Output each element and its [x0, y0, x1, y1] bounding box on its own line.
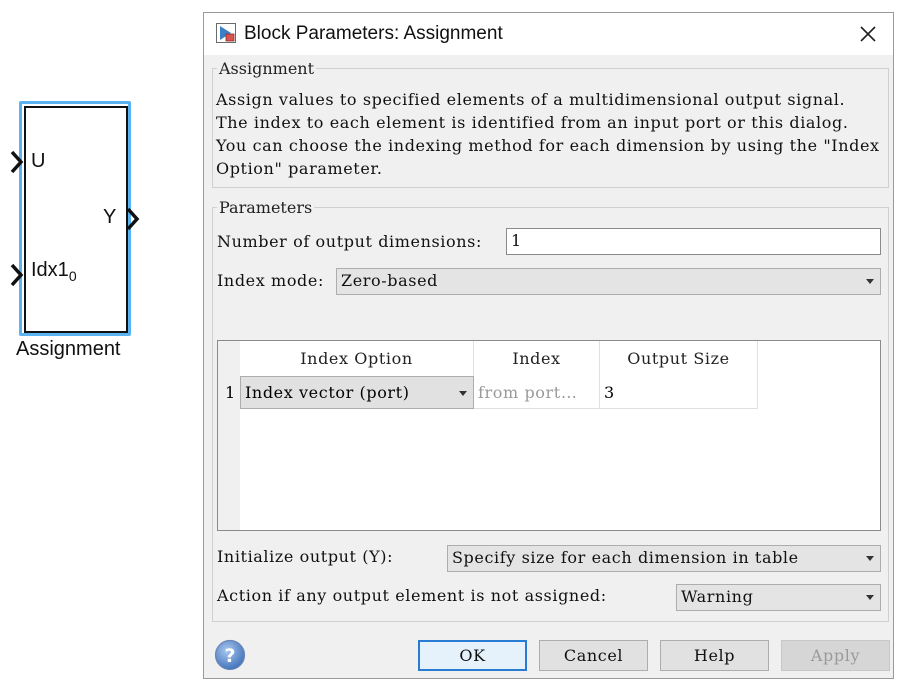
index-option-value: Index vector (port) — [245, 383, 410, 402]
output-size-cell[interactable]: 3 — [600, 376, 758, 409]
help-button[interactable]: Help — [660, 640, 769, 671]
output-port-y-arrow[interactable] — [126, 207, 140, 231]
action-unassigned-value: Warning — [681, 587, 754, 606]
initialize-output-dropdown[interactable]: Specify size for each dimension in table — [447, 545, 881, 572]
input-port-idx1-label: Idx10 — [31, 259, 77, 284]
output-port-y-label: Y — [103, 206, 117, 228]
idx-port-subscript: 0 — [68, 268, 77, 284]
dialog-titlebar[interactable]: Block Parameters: Assignment — [204, 13, 893, 55]
num-output-dims-label: Number of output dimensions: — [217, 232, 482, 251]
index-mode-label: Index mode: — [217, 271, 324, 290]
ok-button[interactable]: OK — [418, 640, 527, 671]
table-row-gutter — [218, 341, 240, 530]
initialize-output-value: Specify size for each dimension in table — [452, 548, 799, 567]
index-mode-dropdown[interactable]: Zero-based — [336, 268, 881, 295]
column-header-output-size[interactable]: Output Size — [600, 341, 758, 376]
index-options-table[interactable]: Index Option Index Output Size 1 Index v… — [217, 340, 881, 531]
input-port-idx1-arrow[interactable] — [10, 263, 24, 287]
chevron-down-icon — [866, 556, 874, 561]
initialize-output-label: Initialize output (Y): — [217, 547, 394, 566]
chevron-down-icon — [459, 391, 467, 396]
chevron-down-icon — [866, 279, 874, 284]
column-header-index[interactable]: Index — [474, 341, 600, 376]
idx-port-main: Idx1 — [31, 259, 69, 281]
block-description-text: Assign values to specified elements of a… — [216, 90, 880, 178]
simulink-block-icon — [216, 23, 236, 43]
help-question-icon[interactable]: ? — [214, 639, 246, 671]
apply-button[interactable]: Apply — [781, 640, 890, 671]
close-icon — [860, 26, 876, 42]
index-option-dropdown[interactable]: Index vector (port) — [240, 376, 474, 409]
num-output-dims-field[interactable]: 1 — [506, 228, 881, 255]
index-cell: from port… — [474, 376, 600, 409]
column-header-index-option[interactable]: Index Option — [240, 341, 474, 376]
block-name-label[interactable]: Assignment — [16, 338, 121, 361]
index-mode-value: Zero-based — [341, 271, 438, 290]
parameters-group-title: Parameters — [217, 198, 315, 217]
chevron-down-icon — [866, 595, 874, 600]
assignment-block-canvas: U Idx10 Y Assignment — [0, 0, 200, 697]
action-unassigned-dropdown[interactable]: Warning — [676, 584, 881, 611]
row-number-1: 1 — [218, 376, 240, 409]
input-port-u-label: U — [31, 150, 46, 172]
close-button[interactable] — [851, 19, 885, 49]
dialog-footer: ? OK Cancel Help Apply — [204, 633, 893, 680]
svg-text:?: ? — [224, 645, 235, 667]
description-group-title: Assignment — [217, 59, 317, 78]
input-port-u-arrow[interactable] — [10, 150, 24, 174]
action-unassigned-label: Action if any output element is not assi… — [217, 586, 607, 605]
cancel-button[interactable]: Cancel — [539, 640, 648, 671]
dialog-title: Block Parameters: Assignment — [244, 23, 503, 44]
block-parameters-dialog: Block Parameters: Assignment Assignment … — [203, 12, 894, 679]
